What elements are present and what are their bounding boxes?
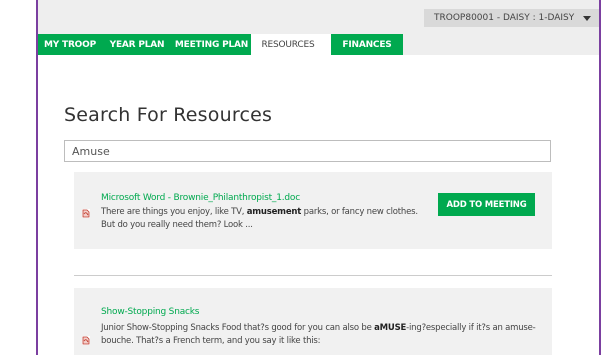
pdf-document-icon — [82, 209, 90, 218]
add-to-meeting-button[interactable]: ADD TO MEETING — [438, 193, 535, 216]
tab-meeting-plan-label: MEETING PLAN — [174, 39, 249, 50]
desc-text: Junior Show-Stopping Snacks Food that?s … — [101, 323, 375, 333]
caret-down-icon[interactable] — [583, 16, 591, 21]
result-description: There are things you enjoy, like TV, amu… — [101, 206, 426, 232]
desc-highlight: aMUSE — [374, 323, 407, 333]
tab-my-troop[interactable]: MY TROOP — [38, 34, 102, 55]
tab-finances[interactable]: FINANCES — [325, 34, 403, 55]
divider — [74, 275, 552, 276]
tab-resources[interactable]: RESOURCES — [251, 34, 325, 55]
desc-highlight: amusement — [246, 207, 302, 217]
tab-my-troop-label: MY TROOP — [44, 39, 96, 50]
result-card: Show-Stopping Snacks Junior Show-Stoppin… — [74, 288, 552, 355]
troop-selector[interactable]: TROOP80001 - DAISY : 1-DAISY — [424, 9, 599, 27]
tab-year-plan-label: YEAR PLAN — [109, 39, 165, 50]
result-card: Microsoft Word - Brownie_Philanthropist_… — [74, 172, 552, 249]
result-title-link[interactable]: Microsoft Word - Brownie_Philanthropist_… — [101, 193, 300, 203]
tab-finances-label: FINANCES — [342, 39, 392, 50]
troop-selector-label: TROOP80001 - DAISY : 1-DAISY — [434, 13, 575, 23]
tab-year-plan[interactable]: YEAR PLAN — [102, 34, 172, 55]
desc-text: There are things you enjoy, like TV, — [101, 207, 247, 217]
main-nav: MY TROOP YEAR PLAN MEETING PLAN RESOURCE… — [38, 34, 403, 55]
tab-meeting-plan[interactable]: MEETING PLAN — [172, 34, 251, 55]
app-frame: TROOP80001 - DAISY : 1-DAISY MY TROOP YE… — [36, 0, 601, 355]
search-input[interactable] — [64, 140, 551, 162]
pdf-document-icon — [82, 336, 90, 345]
result-title-link[interactable]: Show-Stopping Snacks — [101, 307, 199, 317]
result-description: Junior Show-Stopping Snacks Food that?s … — [101, 322, 541, 348]
page-title: Search For Resources — [64, 104, 273, 126]
tab-resources-label: RESOURCES — [261, 39, 315, 50]
